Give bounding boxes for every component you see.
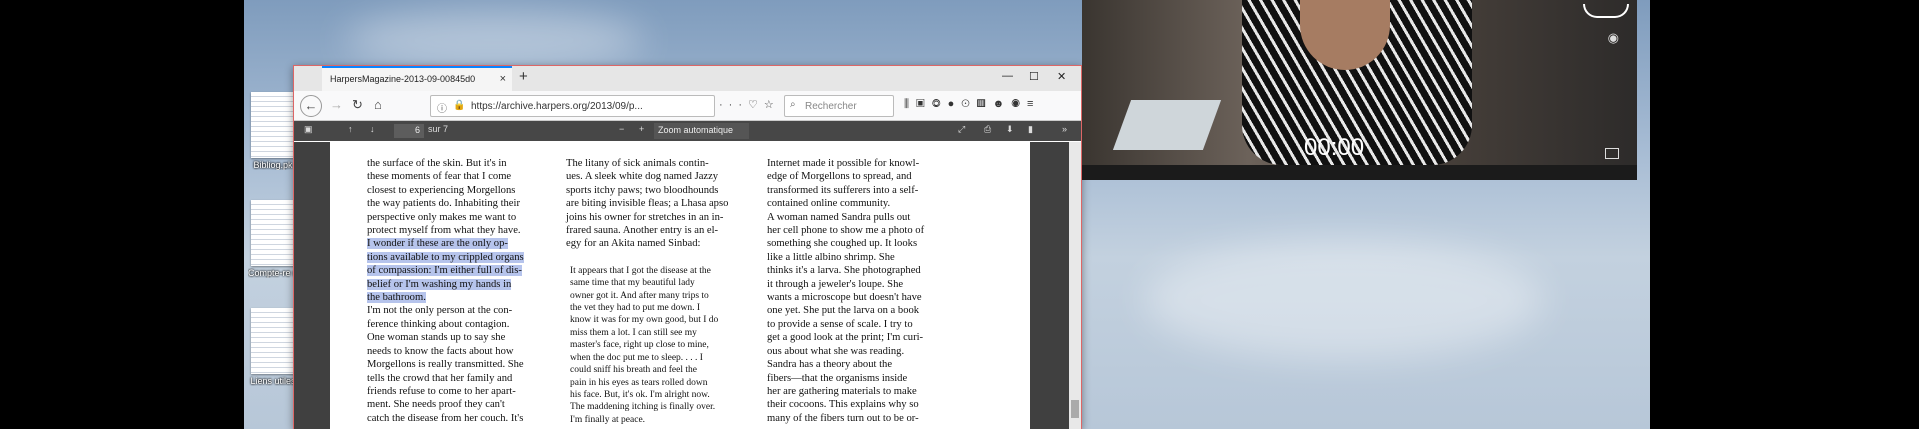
desktop-icon-label: Bibliog.pk (253, 160, 293, 170)
highlighted-text: I wonder if these are the only op- tions… (367, 238, 524, 304)
recording-timer: 00:00 (1304, 134, 1365, 161)
desktop-icon-bibliog[interactable]: Bibliog.pk (248, 92, 298, 170)
previous-page-icon[interactable]: ↑ (348, 124, 353, 134)
photo-icon[interactable] (1605, 148, 1619, 159)
camera-icon[interactable]: ◉ (1608, 30, 1619, 46)
document-thumbnail (251, 92, 295, 158)
document-thumbnail (251, 200, 295, 266)
pdf-page: the surface of the skin. But it's in the… (330, 142, 1030, 429)
laptop-shape (1112, 100, 1222, 150)
paragraph: Internet made it possible for knowl- edg… (767, 158, 920, 210)
text-column-2: The litany of sick animals contin- ues. … (566, 157, 750, 426)
page-actions-icons[interactable]: ···♡☆ (719, 98, 780, 111)
lock-icon: 🔒 (453, 100, 466, 111)
extension-icons[interactable]: ⫼▣◎●⊙▥☻◉≡ (904, 98, 1040, 111)
capture-button[interactable] (1583, 4, 1629, 18)
bookmark-icon[interactable]: ▮ (1028, 124, 1033, 135)
home-button[interactable]: ⌂ (374, 97, 382, 112)
more-tools-icon[interactable]: » (1062, 124, 1067, 134)
pdf-viewer[interactable]: the surface of the skin. But it's in the… (294, 142, 1081, 429)
pdf-toolbar: ▣ ↑ ↓ 6 sur 7 − + Zoom automatique ⤢ ⎙ ⬇… (294, 121, 1081, 141)
search-input[interactable]: ⌕ Rechercher (784, 95, 894, 117)
new-tab-button[interactable]: + (519, 68, 528, 85)
block-quote: It appears that I got the disease at the… (570, 265, 719, 425)
forward-button[interactable]: → (330, 97, 343, 112)
paragraph-text: the surface of the skin. But it's in the… (367, 158, 521, 237)
tab-harpers[interactable]: HarpersMagazine-2013-09-00845d0 × (322, 66, 512, 91)
desktop-icon-label: Liens utiles (250, 376, 296, 386)
fullscreen-icon[interactable]: ⤢ (958, 124, 965, 135)
sidebar-toggle-icon[interactable]: ▣ (304, 124, 313, 135)
tab-close-icon[interactable]: × (500, 73, 506, 85)
minimize-button[interactable]: — (1002, 70, 1013, 82)
desktop-icon-compte-rendu[interactable]: Compte-re nutrion 2 d (248, 200, 298, 278)
document-thumbnail (251, 308, 295, 374)
url-text: https://archive.harpers.org/2013/09/p... (471, 101, 643, 112)
search-icon: ⌕ (790, 99, 796, 110)
search-placeholder: Rechercher (805, 101, 857, 112)
scrollbar[interactable] (1069, 142, 1081, 429)
navigation-toolbar: ← → ↻ ⌂ ⓘ 🔒 https://archive.harpers.org/… (294, 91, 1081, 121)
save-icon[interactable]: ⬇ (1006, 124, 1014, 135)
close-window-button[interactable]: ✕ (1057, 70, 1066, 83)
url-bar[interactable]: ⓘ 🔒 https://archive.harpers.org/2013/09/… (430, 95, 715, 117)
tab-bar: HarpersMagazine-2013-09-00845d0 × + — ☐ … (294, 66, 1081, 91)
page-total: sur 7 (428, 124, 449, 134)
zoom-out-icon[interactable]: − (619, 124, 624, 134)
text-column-1: the surface of the skin. But it's in the… (367, 157, 551, 425)
paragraph: The litany of sick animals contin- ues. … (566, 158, 729, 250)
print-icon[interactable]: ⎙ (984, 124, 991, 135)
paragraph: I'm not the only person at the con- fere… (367, 305, 524, 424)
paragraph: the surface of the skin. But it's in the… (367, 157, 551, 304)
text-column-3: Internet made it possible for knowl- edg… (767, 157, 951, 425)
desktop-icon-label: Compte-re nutrion 2 d (248, 268, 298, 278)
browser-window: HarpersMagazine-2013-09-00845d0 × + — ☐ … (293, 65, 1082, 429)
camera-window: ◉ 00:00 (1082, 0, 1637, 180)
next-page-icon[interactable]: ↓ (370, 124, 375, 134)
paragraph: A woman named Sandra pulls out her cell … (767, 211, 925, 357)
page-number-input[interactable]: 6 (394, 124, 424, 138)
zoom-in-icon[interactable]: + (639, 124, 644, 134)
desktop-icon-liens-utiles[interactable]: Liens utiles (248, 308, 298, 386)
reload-button[interactable]: ↻ (352, 97, 363, 113)
cloud (1144, 240, 1544, 360)
back-button[interactable]: ← (300, 95, 322, 117)
info-icon[interactable]: ⓘ (437, 100, 447, 115)
cloud (344, 10, 644, 70)
zoom-select[interactable]: Zoom automatique (654, 123, 749, 139)
tab-title: HarpersMagazine-2013-09-00845d0 (330, 74, 476, 84)
scrollbar-thumb[interactable] (1071, 400, 1079, 418)
maximize-button[interactable]: ☐ (1029, 70, 1039, 83)
paragraph: Sandra has a theory about the fibers—tha… (767, 359, 919, 424)
